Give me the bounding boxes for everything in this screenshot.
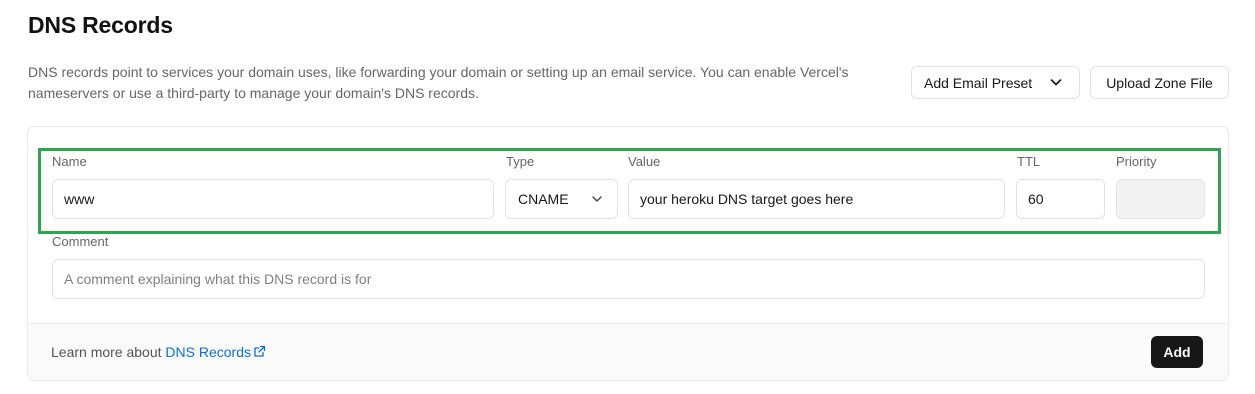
external-link-icon bbox=[254, 345, 266, 357]
comment-input[interactable]: A comment explaining what this DNS recor… bbox=[52, 259, 1205, 299]
value-input[interactable]: your heroku DNS target goes here bbox=[628, 179, 1005, 219]
add-email-preset-label: Add Email Preset bbox=[924, 74, 1033, 91]
page-title: DNS Records bbox=[28, 12, 173, 38]
comment-label: Comment bbox=[52, 234, 109, 249]
learn-more-prefix: Learn more about bbox=[51, 344, 162, 360]
chevron-down-icon bbox=[592, 196, 602, 202]
value-label: Value bbox=[628, 154, 661, 169]
ttl-label: TTL bbox=[1017, 154, 1041, 169]
dns-record-form-card: Name www Type CNAME Value your heroku DN… bbox=[27, 126, 1229, 381]
ttl-input[interactable]: 60 bbox=[1016, 179, 1105, 219]
type-select[interactable]: CNAME bbox=[505, 179, 618, 219]
upload-zone-file-button[interactable]: Upload Zone File bbox=[1090, 66, 1229, 99]
add-email-preset-button[interactable]: Add Email Preset bbox=[911, 66, 1080, 99]
page-description: DNS records point to services your domai… bbox=[28, 64, 849, 101]
form-footer: Learn more about DNS Records Add bbox=[28, 323, 1228, 380]
dns-records-link-label: DNS Records bbox=[165, 344, 252, 360]
chevron-down-icon bbox=[1050, 79, 1062, 86]
type-label: Type bbox=[506, 154, 535, 169]
add-record-button[interactable]: Add bbox=[1151, 336, 1203, 368]
type-select-value: CNAME bbox=[518, 191, 569, 207]
dns-records-link[interactable]: DNS Records bbox=[165, 344, 266, 360]
learn-more-text: Learn more about DNS Records bbox=[51, 344, 266, 360]
priority-input[interactable] bbox=[1116, 179, 1205, 219]
name-label: Name bbox=[52, 154, 87, 169]
name-input[interactable]: www bbox=[52, 179, 494, 219]
priority-label: Priority bbox=[1116, 154, 1157, 169]
